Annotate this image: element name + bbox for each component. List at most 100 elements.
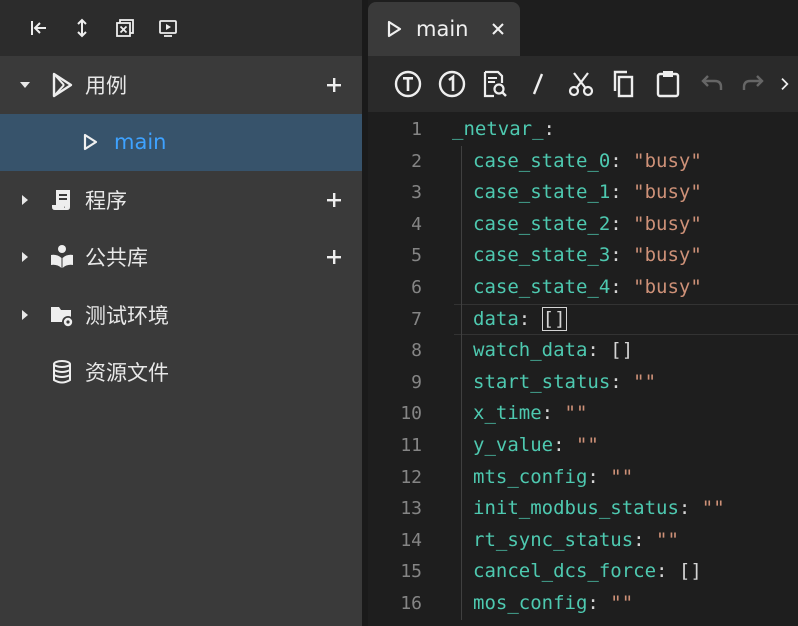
tree-item-programs[interactable]: 程序 [0,171,362,229]
add-icon[interactable] [324,190,344,210]
tree-item-label: 程序 [85,188,127,213]
code-text: _netvar_: [452,114,555,146]
caret-right-icon[interactable] [16,248,34,266]
code-line[interactable]: 15 cancel_dcs_force: [] [368,556,798,588]
code-line[interactable]: 4 case_state_2: "busy" [368,208,798,241]
comment-slash-icon[interactable] [522,68,554,100]
code-line[interactable]: 13 init_modbus_status: "" [368,493,798,525]
tree-item-cases[interactable]: 用例 [0,56,362,114]
code-line[interactable]: 3 case_state_1: "busy" [368,177,798,209]
code-punct: : [610,276,634,298]
code-key: case_state_3 [473,244,611,267]
code-punct: : [610,181,634,204]
code-line[interactable]: 7 data: [] [368,303,798,336]
code-line[interactable]: 5 case_state_3: "busy" [368,240,798,272]
undo-icon[interactable] [695,68,727,100]
editor-panel: main 1 _netvar_: 2 case_state_0: "busy" … [368,0,798,626]
code-line[interactable]: 2 case_state_0: "busy" [368,145,798,178]
close-icon[interactable] [490,21,506,37]
line-number: 1 [411,119,422,140]
line-number: 15 [400,561,422,583]
code-key: cancel_dcs_force [473,560,657,583]
code-line[interactable]: 14 rt_sync_status: "" [368,524,798,557]
code-key: start_status [473,370,611,393]
copy-icon[interactable] [608,68,640,100]
database-icon [48,358,76,386]
more-icon[interactable] [778,68,798,100]
sidebar-toolbar [0,0,362,56]
code-punct: : [678,497,702,520]
code-string: "busy" [633,244,702,267]
code-key: data [473,307,519,330]
close-all-icon[interactable] [114,17,136,39]
indent-guide [461,272,462,304]
code-text: mos_config: "" [473,588,633,620]
code-key: case_state_0 [473,149,611,172]
code-punct: : [633,528,657,551]
tree-item-label: 测试环境 [85,303,169,328]
code-punct: [] [610,339,634,362]
indent-guide [461,303,462,336]
step-icon[interactable] [392,68,424,100]
editor-toolbar [368,56,798,112]
code-key: init_modbus_status [473,497,679,520]
code-punct: : [541,402,565,425]
tree-item-common-library[interactable]: 公共库 [0,229,362,287]
indent-guide [461,335,462,367]
indent-guide [461,556,462,588]
caret-right-icon[interactable] [16,191,34,209]
tree-item-main[interactable]: main [0,113,362,171]
code-text: cancel_dcs_force: [] [473,556,702,588]
code-string: "" [610,465,634,488]
paste-icon[interactable] [652,68,684,100]
code-punct: : [543,118,555,140]
run-icon[interactable] [157,17,179,39]
code-string: "" [610,592,634,614]
code-text: case_state_1: "busy" [473,177,702,209]
code-line[interactable]: 6 case_state_4: "busy" [368,272,798,304]
line-number: 2 [411,150,422,172]
search-doc-icon[interactable] [478,68,510,100]
code-line[interactable]: 10 x_time: "" [368,398,798,430]
add-icon[interactable] [324,75,344,95]
caret-down-icon[interactable] [16,76,34,94]
code-key: watch_data [473,339,588,362]
tab-label: main [416,17,469,41]
code-line[interactable]: 12 mts_config: "" [368,461,798,494]
indent-guide [461,177,462,209]
tree-item-label: 用例 [85,73,127,98]
line-number: 16 [400,593,422,614]
code-line[interactable]: 1 _netvar_: [368,114,798,146]
code-editor[interactable]: 1 _netvar_: 2 case_state_0: "busy" 3 case_sta… [368,114,798,626]
code-line[interactable]: 8 watch_data: [] [368,335,798,367]
code-key: case_state_4 [473,276,611,298]
code-line[interactable]: 11 y_value: "" [368,430,798,462]
code-line[interactable]: 16 mos_config: "" [368,588,798,620]
line-number: 3 [411,182,422,204]
add-icon[interactable] [324,247,344,267]
indent-guide [461,493,462,525]
play-store-icon [48,71,76,99]
code-key: _netvar_ [452,118,544,140]
cut-icon[interactable] [565,68,597,100]
indent-guide [461,145,462,178]
collapse-left-icon[interactable] [28,17,50,39]
code-punct: : [610,149,634,172]
code-line[interactable]: 9 start_status: "" [368,366,798,399]
code-punct: : [553,434,576,456]
caret-right-icon[interactable] [16,306,34,324]
code-text: init_modbus_status: "" [473,493,725,525]
tab-main[interactable]: main [368,2,520,56]
code-key: case_state_2 [473,212,611,235]
code-key: mos_config [473,592,588,614]
redo-icon[interactable] [738,68,770,100]
step-one-icon[interactable] [436,68,468,100]
code-string: "" [564,402,588,425]
tree-item-resource-files[interactable]: 资源文件 [0,344,362,402]
tree-item-test-environment[interactable]: 测试环境 [0,286,362,344]
expand-vertical-icon[interactable] [71,17,93,39]
code-text: data: [] [473,304,567,336]
sidebar: 用例 main 程序 公共库 测试环境 资源文件 [0,0,362,626]
indent-guide [461,588,462,620]
line-number: 14 [400,529,422,551]
